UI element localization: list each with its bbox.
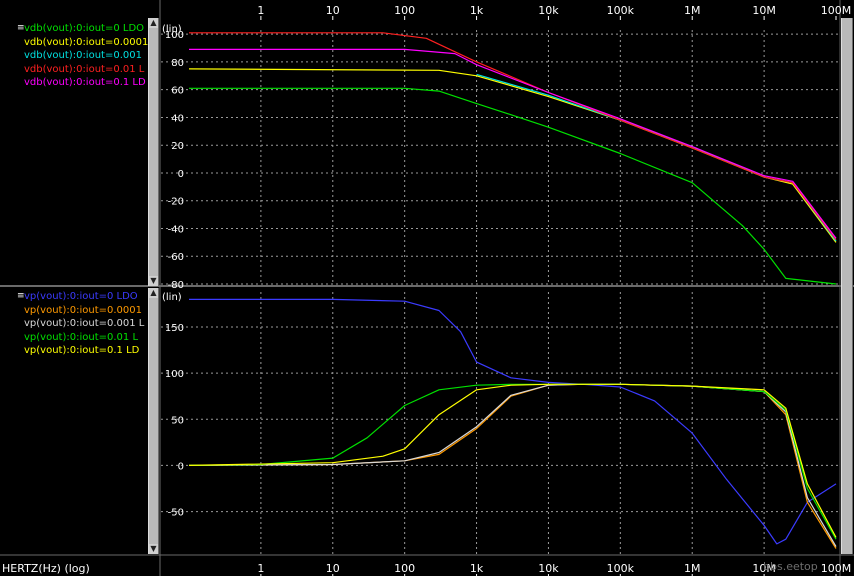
- right-scrollbar[interactable]: [841, 18, 853, 554]
- x-tick-label: 10: [326, 562, 340, 575]
- y-tick-label: 40: [171, 113, 184, 124]
- scroll-up-icon[interactable]: ▲: [149, 18, 158, 28]
- x-tick-label: 100: [394, 562, 415, 575]
- x-tick-label: 1: [257, 4, 264, 17]
- magnitude-legend-label: vdb(vout):0:iout=0.001: [24, 50, 142, 61]
- x-tick-label: 100M: [821, 562, 852, 575]
- x-tick-label: 10k: [538, 562, 559, 575]
- magnitude-legend-label: vdb(vout):0:iout=0 LDO: [24, 23, 145, 34]
- y-tick-label: -50: [168, 508, 184, 519]
- magnitude-legend-item[interactable]: vdb(vout):0:iout=0.01 L: [0, 63, 148, 77]
- x-tick-label: 100M: [821, 4, 852, 17]
- phase-legend-label: vp(vout):0:iout=0.1 LD: [24, 345, 140, 356]
- top-panel-scrollbar[interactable]: ▲ ▼: [148, 18, 159, 286]
- x-tick-label: 1: [257, 562, 264, 575]
- magnitude-legend-label: vdb(vout):0:iout=0.0001: [24, 36, 148, 48]
- x-tick-label: 10k: [538, 4, 559, 17]
- phase-legend-item[interactable]: vp(vout):0:iout=0.01 L: [0, 331, 148, 345]
- y-tick-label: 150: [165, 323, 184, 334]
- magnitude-legend-label: vdb(vout):0:iout=0.1 LD: [24, 77, 146, 88]
- phase-legend: ≡ vp(vout):0:iout=0 LDO vp(vout):0:iout=0.…: [0, 290, 148, 360]
- magnitude-legend: ≡ vdb(vout):0:iout=0 LDO vdb(vout):0:iout=…: [0, 22, 148, 92]
- phase-legend-item[interactable]: vp(vout):0:iout=0.001 L: [0, 317, 148, 331]
- phase-legend-label: vp(vout):0:iout=0 LDO: [24, 291, 138, 302]
- y-tick-label: 80: [171, 58, 184, 69]
- phase-legend-label: vp(vout):0:iout=0.0001: [24, 304, 142, 316]
- bottom-panel-scrollbar[interactable]: ▲ ▼: [148, 288, 159, 554]
- magnitude-legend-item[interactable]: vdb(vout):0:iout=0.001: [0, 49, 148, 63]
- scroll-down-icon[interactable]: ▼: [149, 544, 158, 554]
- y-tick-label: -20: [168, 197, 184, 208]
- y-tick-label: 100: [165, 369, 184, 380]
- magnitude-legend-item[interactable]: vdb(vout):0:iout=0.0001: [0, 36, 148, 50]
- bottom-scale-label: (lin): [162, 292, 182, 303]
- y-tick-label: -80: [168, 280, 184, 291]
- phase-legend-item[interactable]: ≡ vp(vout):0:iout=0 LDO: [0, 290, 148, 304]
- x-tick-label: 1k: [470, 562, 484, 575]
- y-tick-label: 20: [171, 141, 184, 152]
- phase-legend-label: vp(vout):0:iout=0.001 L: [24, 318, 145, 329]
- x-tick-label: 10M: [752, 4, 776, 17]
- top-scale-label: (lin): [162, 24, 182, 35]
- x-tick-label: 1M: [684, 562, 701, 575]
- x-tick-label: 100: [394, 4, 415, 17]
- scroll-down-icon[interactable]: ▼: [149, 276, 158, 286]
- y-tick-label: 60: [171, 86, 184, 97]
- x-tick-label: 1k: [470, 4, 484, 17]
- y-tick-label: 0: [178, 169, 184, 180]
- x-tick-label: 100k: [607, 562, 635, 575]
- x-tick-label: 100k: [607, 4, 635, 17]
- phase-legend-item[interactable]: vp(vout):0:iout=0.1 LD: [0, 344, 148, 358]
- phase-legend-label: vp(vout):0:iout=0.01 L: [24, 331, 139, 343]
- watermark: bbs.eetop: [763, 560, 818, 573]
- scroll-up-icon[interactable]: ▲: [149, 288, 158, 298]
- magnitude-legend-item[interactable]: vdb(vout):0:iout=0.1 LD: [0, 76, 148, 90]
- y-tick-label: -60: [168, 252, 184, 263]
- y-tick-label: 0: [178, 461, 184, 472]
- x-axis-title: HERTZ(Hz) (log): [2, 562, 90, 575]
- phase-legend-item[interactable]: vp(vout):0:iout=0.0001: [0, 304, 148, 318]
- x-tick-label: 1M: [684, 4, 701, 17]
- magnitude-legend-item[interactable]: ≡ vdb(vout):0:iout=0 LDO: [0, 22, 148, 36]
- y-tick-label: -40: [168, 224, 184, 235]
- magnitude-legend-label: vdb(vout):0:iout=0.01 L: [24, 63, 145, 75]
- y-tick-label: 50: [171, 415, 184, 426]
- x-tick-label: 10: [326, 4, 340, 17]
